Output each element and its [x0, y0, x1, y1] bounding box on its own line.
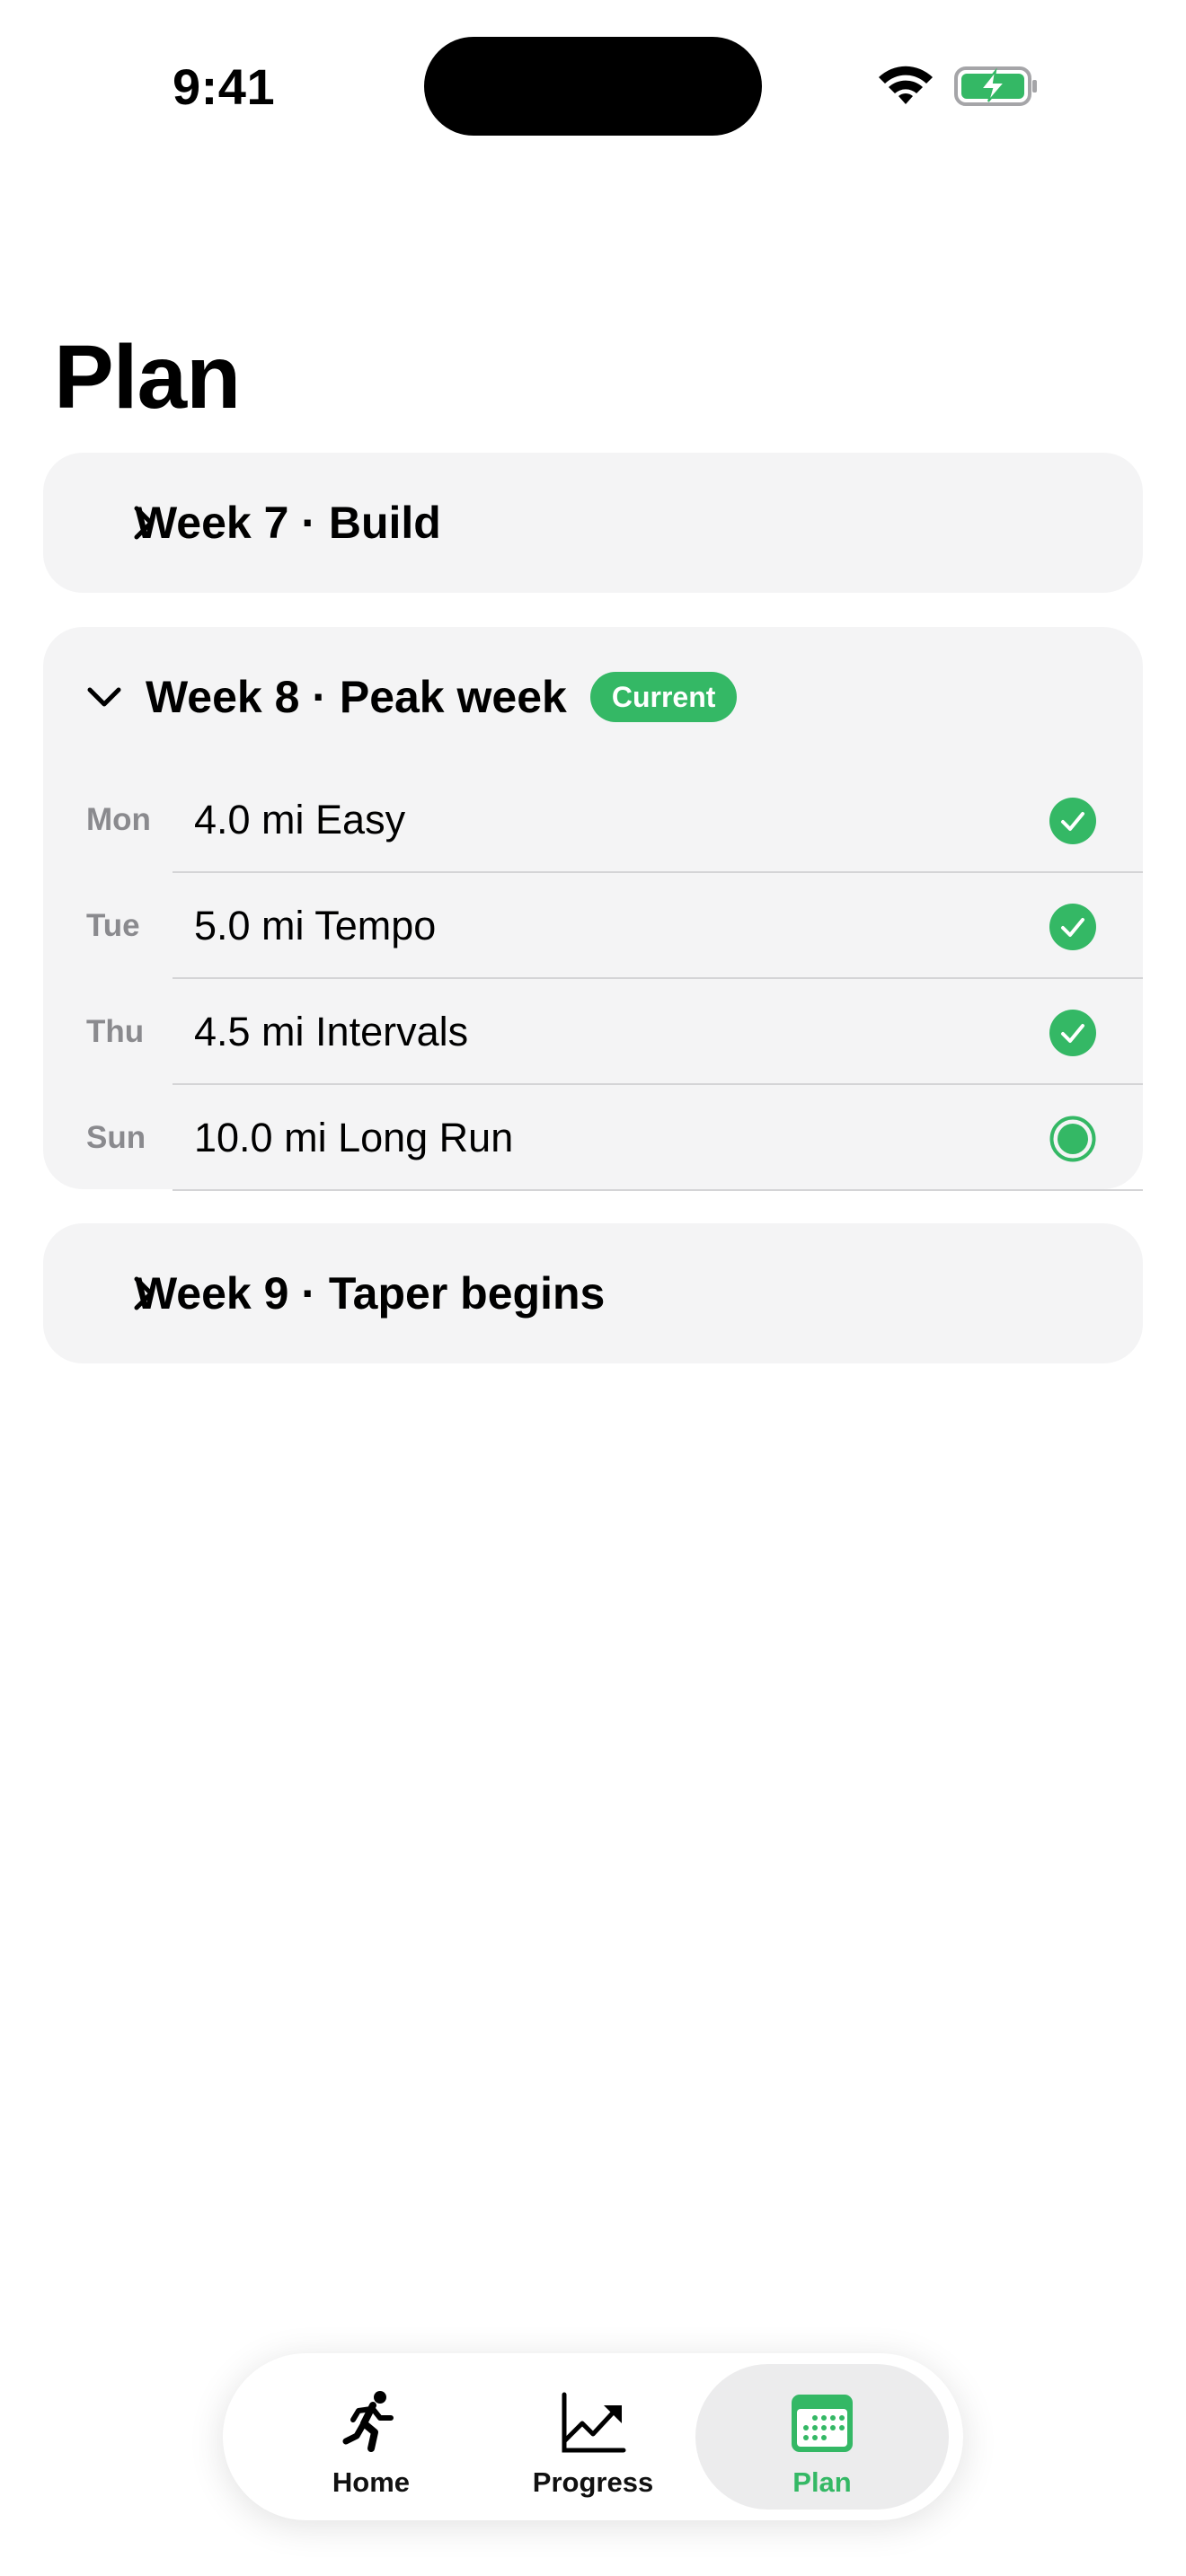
workout-row[interactable]: Thu 4.5 mi Intervals	[43, 979, 1143, 1085]
workout-day: Thu	[86, 1014, 145, 1049]
trend-chart-icon	[562, 2392, 626, 2453]
status-time: 9:41	[173, 58, 276, 115]
runner-icon	[342, 2391, 394, 2452]
workout-label: 5.0 mi Tempo	[194, 903, 437, 948]
week-header[interactable]: Week 8 · Peak week Current	[43, 627, 1143, 767]
week-header[interactable]: Week 9 · Taper begins	[43, 1223, 1143, 1363]
wifi-icon	[879, 66, 933, 104]
week-card-collapsed[interactable]: Week 7 · Build	[43, 453, 1143, 593]
tab-label: Progress	[532, 2466, 654, 2498]
workout-day: Mon	[86, 802, 151, 837]
page-title: Plan	[54, 327, 241, 428]
tab-label: Plan	[792, 2466, 852, 2498]
checkmark-circle-icon	[1049, 1010, 1096, 1056]
workout-label: 4.5 mi Intervals	[194, 1009, 469, 1054]
workout-day: Sun	[86, 1120, 146, 1155]
scheduled-circle-icon	[1049, 1116, 1096, 1162]
tab-label: Home	[332, 2466, 411, 2498]
checkmark-circle-icon	[1049, 798, 1096, 844]
week-title: Week 8 · Peak week	[146, 672, 567, 722]
workout-label: 4.0 mi Easy	[194, 797, 406, 842]
workout-day: Tue	[86, 908, 140, 943]
week-card-expanded: Week 8 · Peak week Current Mon 4.0 mi Ea…	[43, 627, 1143, 1191]
calendar-icon	[792, 2395, 853, 2452]
tab-progress[interactable]: Progress	[466, 2364, 720, 2510]
checkmark-circle-icon	[1049, 904, 1096, 950]
row-divider	[173, 1189, 1143, 1191]
workout-row[interactable]: Tue 5.0 mi Tempo	[43, 873, 1143, 979]
chevron-down-icon	[87, 687, 121, 707]
workout-row[interactable]: Mon 4.0 mi Easy	[43, 767, 1143, 873]
week-header[interactable]: Week 7 · Build	[43, 453, 1143, 593]
week-title: Week 9 · Taper begins	[135, 1268, 606, 1319]
week-title: Week 7 · Build	[135, 498, 441, 548]
workout-label: 10.0 mi Long Run	[194, 1115, 514, 1160]
tab-home[interactable]: Home	[244, 2364, 498, 2510]
workout-row[interactable]: Sun 10.0 mi Long Run	[43, 1085, 1143, 1191]
tab-bar: Home Progress Plan	[223, 2353, 963, 2520]
battery-charging-icon	[954, 66, 1037, 106]
dynamic-island	[424, 37, 762, 136]
current-badge: Current	[589, 672, 738, 722]
tab-plan[interactable]: Plan	[695, 2364, 949, 2510]
week-card-collapsed[interactable]: Week 9 · Taper begins	[43, 1223, 1143, 1363]
